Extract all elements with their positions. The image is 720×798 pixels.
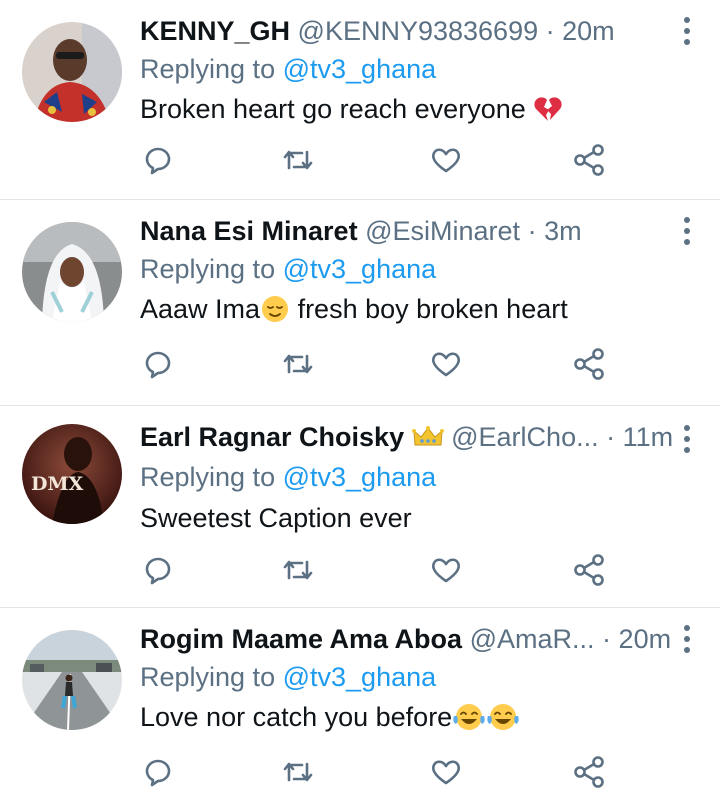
tears-of-joy-icon bbox=[487, 703, 519, 730]
timestamp[interactable]: 20m bbox=[562, 16, 615, 46]
avatar[interactable] bbox=[22, 630, 122, 730]
reply-icon[interactable] bbox=[140, 142, 176, 178]
display-name[interactable]: Earl Ragnar Choisky bbox=[140, 422, 404, 452]
tweet-header: Nana Esi Minaret @EsiMinaret · 3m bbox=[140, 214, 670, 248]
reply-icon[interactable] bbox=[140, 552, 176, 588]
like-icon[interactable] bbox=[428, 142, 464, 178]
retweet-icon[interactable] bbox=[280, 552, 316, 588]
replying-label: Replying to bbox=[140, 462, 276, 492]
tweet-text: Aaaw Ima fresh boy broken heart bbox=[140, 292, 568, 326]
more-icon[interactable] bbox=[682, 424, 692, 454]
relieved-face-icon bbox=[262, 295, 289, 322]
tweet-text: Love nor catch you before bbox=[140, 700, 520, 734]
tweet[interactable]: Nana Esi Minaret @EsiMinaret · 3m Replyi… bbox=[0, 200, 720, 406]
crown-icon bbox=[411, 425, 444, 446]
tweet-text-content: Love nor catch you before bbox=[140, 702, 453, 732]
more-icon[interactable] bbox=[682, 624, 692, 654]
broken-heart-icon bbox=[534, 97, 562, 121]
replying-to-line: Replying to @tv3_ghana bbox=[140, 252, 436, 286]
separator-dot: · bbox=[602, 624, 612, 654]
user-handle[interactable]: @AmaR... bbox=[470, 624, 595, 654]
avatar[interactable]: DMX bbox=[22, 424, 122, 524]
separator-dot: · bbox=[545, 16, 555, 46]
tweet-header: Rogim Maame Ama Aboa @AmaR... · 20m bbox=[140, 622, 672, 656]
avatar[interactable] bbox=[22, 222, 122, 322]
tweet-text-content: Sweetest Caption ever bbox=[140, 503, 412, 533]
share-icon[interactable] bbox=[572, 754, 608, 790]
display-name[interactable]: Rogim Maame Ama Aboa bbox=[140, 624, 462, 654]
avatar[interactable] bbox=[22, 22, 122, 122]
action-bar bbox=[140, 754, 620, 794]
mention-link[interactable]: @tv3_ghana bbox=[283, 254, 437, 284]
tweet-text-content: Broken heart go reach everyone bbox=[140, 94, 526, 124]
share-icon[interactable] bbox=[572, 346, 608, 382]
replying-label: Replying to bbox=[140, 54, 276, 84]
replying-to-line: Replying to @tv3_ghana bbox=[140, 52, 436, 86]
user-handle[interactable]: @KENNY93836699 bbox=[298, 16, 539, 46]
display-name[interactable]: KENNY_GH bbox=[140, 16, 290, 46]
tweet-text-part-2: fresh boy broken heart bbox=[290, 294, 568, 324]
replying-label: Replying to bbox=[140, 254, 276, 284]
share-icon[interactable] bbox=[572, 552, 608, 588]
action-bar bbox=[140, 142, 620, 182]
tweet[interactable]: KENNY_GH @KENNY93836699 · 20m Replying t… bbox=[0, 0, 720, 200]
separator-dot: · bbox=[606, 422, 616, 452]
tweet-text: Broken heart go reach everyone bbox=[140, 92, 563, 126]
retweet-icon[interactable] bbox=[280, 346, 316, 382]
retweet-icon[interactable] bbox=[280, 754, 316, 790]
tweet[interactable]: Rogim Maame Ama Aboa @AmaR... · 20m Repl… bbox=[0, 608, 720, 798]
user-handle[interactable]: @EarlCho... bbox=[451, 422, 598, 452]
more-icon[interactable] bbox=[682, 216, 692, 246]
like-icon[interactable] bbox=[428, 346, 464, 382]
reply-icon[interactable] bbox=[140, 754, 176, 790]
like-icon[interactable] bbox=[428, 552, 464, 588]
retweet-icon[interactable] bbox=[280, 142, 316, 178]
reply-icon[interactable] bbox=[140, 346, 176, 382]
tweet-text: Sweetest Caption ever bbox=[140, 501, 412, 535]
timestamp[interactable]: 20m bbox=[619, 624, 672, 654]
mention-link[interactable]: @tv3_ghana bbox=[283, 662, 437, 692]
more-icon[interactable] bbox=[682, 16, 692, 46]
display-name[interactable]: Nana Esi Minaret bbox=[140, 216, 358, 246]
separator-dot: · bbox=[527, 216, 537, 246]
mention-link[interactable]: @tv3_ghana bbox=[283, 54, 437, 84]
avatar-text: DMX bbox=[31, 473, 84, 495]
replying-to-line: Replying to @tv3_ghana bbox=[140, 460, 436, 494]
tears-of-joy-icon bbox=[453, 703, 485, 730]
replying-label: Replying to bbox=[140, 662, 276, 692]
action-bar bbox=[140, 552, 620, 592]
tweet-header: Earl Ragnar Choisky @EarlCho... · 11m bbox=[140, 420, 673, 454]
tweet-text-part-1: Aaaw Ima bbox=[140, 294, 261, 324]
like-icon[interactable] bbox=[428, 754, 464, 790]
share-icon[interactable] bbox=[572, 142, 608, 178]
action-bar bbox=[140, 346, 620, 386]
timestamp[interactable]: 11m bbox=[623, 422, 674, 452]
replying-to-line: Replying to @tv3_ghana bbox=[140, 660, 436, 694]
tweet-header: KENNY_GH @KENNY93836699 · 20m bbox=[140, 14, 670, 48]
tweet[interactable]: DMX Earl Ragnar Choisky @EarlCho... · 11… bbox=[0, 406, 720, 608]
user-handle[interactable]: @EsiMinaret bbox=[365, 216, 520, 246]
mention-link[interactable]: @tv3_ghana bbox=[283, 462, 437, 492]
timestamp[interactable]: 3m bbox=[544, 216, 582, 246]
